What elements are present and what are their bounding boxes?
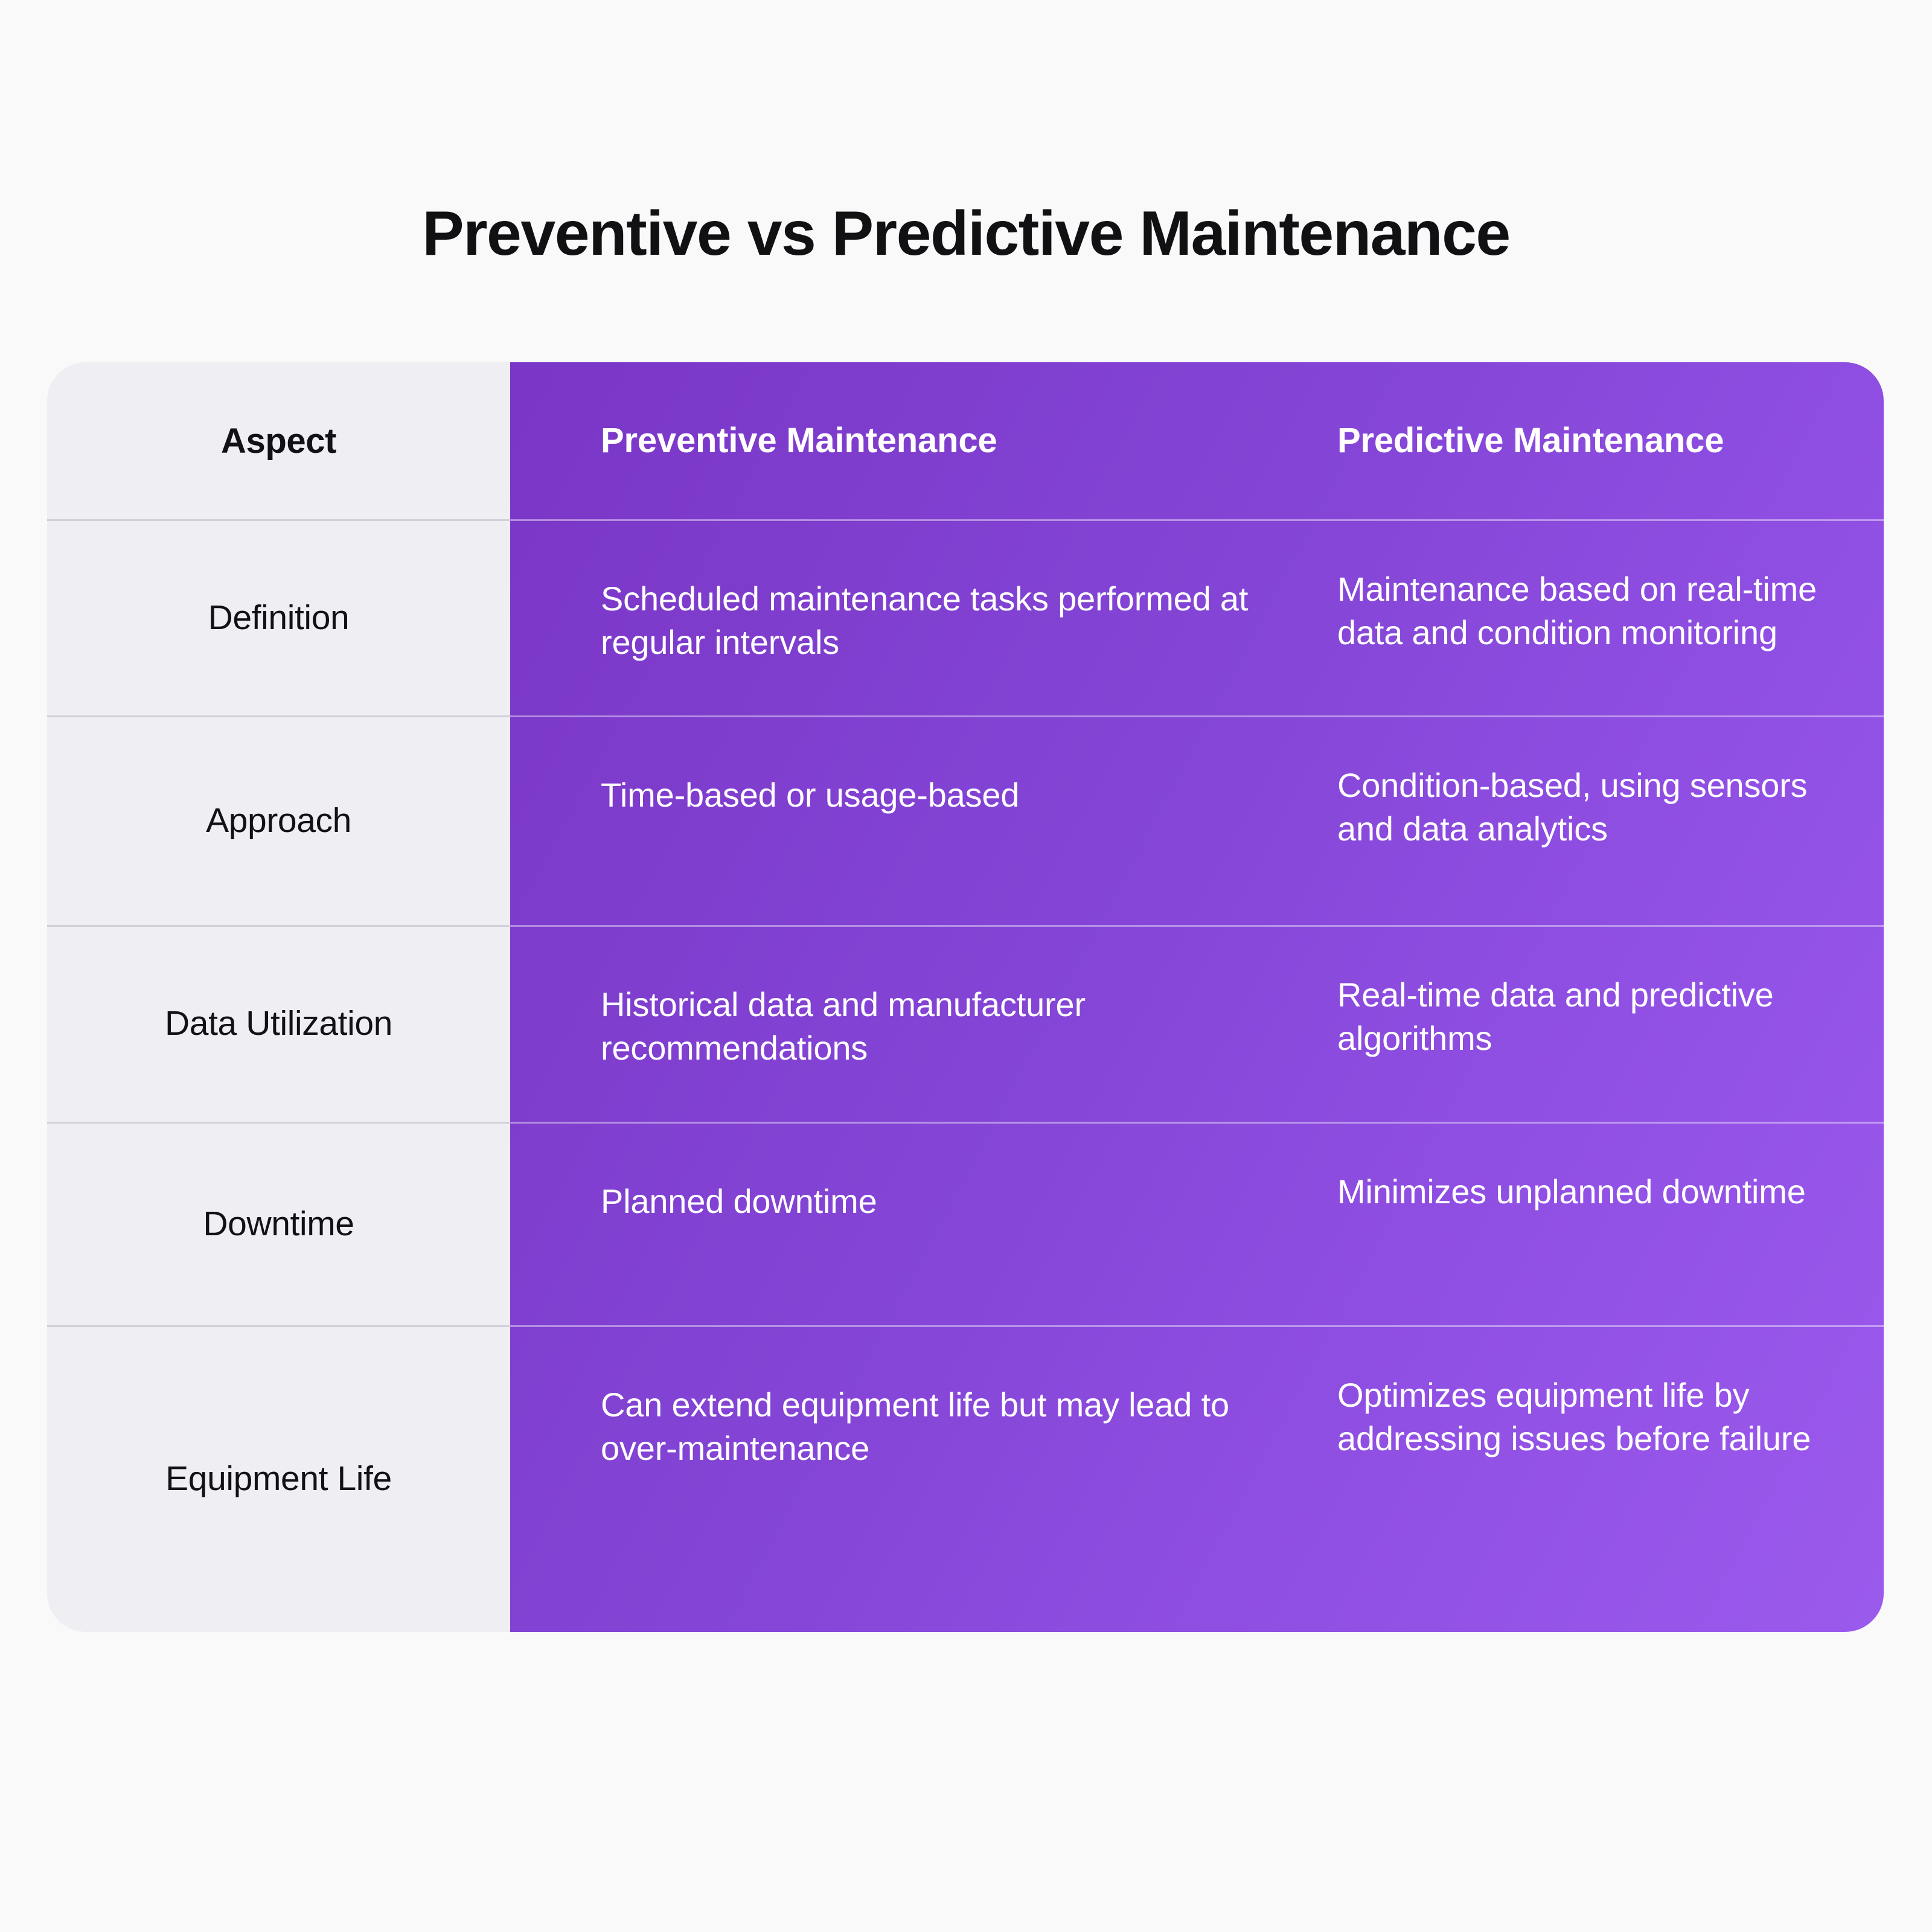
comparison-table-page: Preventive vs Predictive Maintenance Asp…: [0, 0, 1932, 1932]
page-title: Preventive vs Predictive Maintenance: [422, 199, 1511, 269]
cell-predictive: Optimizes equipment life by addressing i…: [1337, 1376, 1811, 1457]
table-row: Real-time data and predictive algorithms: [1298, 925, 1884, 1122]
table-row: Optimizes equipment life by addressing i…: [1298, 1325, 1884, 1632]
cell-predictive: Condition-based, using sensors and data …: [1337, 766, 1808, 848]
cell-preventive: Can extend equipment life but may lead t…: [601, 1386, 1229, 1467]
cell-predictive: Minimizes unplanned downtime: [1337, 1172, 1806, 1211]
table-row: Historical data and manufacturer recomme…: [510, 925, 1298, 1122]
cell-aspect: Downtime: [203, 1204, 354, 1243]
table-row: Definition: [47, 519, 510, 715]
table-grid: Aspect Preventive Maintenance Predictive…: [47, 362, 1884, 1632]
table-row: Minimizes unplanned downtime: [1298, 1122, 1884, 1325]
table-header-predictive: Predictive Maintenance: [1298, 362, 1884, 519]
cell-preventive: Scheduled maintenance tasks performed at…: [601, 580, 1249, 661]
cell-aspect: Equipment Life: [165, 1459, 392, 1498]
header-label-preventive: Preventive Maintenance: [601, 420, 997, 460]
table-row: Can extend equipment life but may lead t…: [510, 1325, 1298, 1632]
cell-preventive: Planned downtime: [601, 1182, 877, 1220]
table-header-aspect: Aspect: [47, 362, 510, 519]
table-row: Downtime: [47, 1122, 510, 1325]
cell-aspect: Definition: [208, 598, 350, 637]
cell-aspect: Approach: [206, 801, 351, 840]
table-row: Data Utilization: [47, 925, 510, 1122]
comparison-table: Aspect Preventive Maintenance Predictive…: [47, 362, 1884, 1632]
cell-predictive: Real-time data and predictive algorithms: [1337, 976, 1774, 1057]
cell-preventive: Historical data and manufacturer recomme…: [601, 985, 1086, 1067]
header-label-aspect: Aspect: [221, 421, 336, 461]
header-label-predictive: Predictive Maintenance: [1337, 420, 1724, 460]
cell-predictive: Maintenance based on real-time data and …: [1337, 570, 1817, 651]
table-row: Maintenance based on real-time data and …: [1298, 519, 1884, 715]
cell-preventive: Time-based or usage-based: [601, 776, 1020, 814]
table-row: Scheduled maintenance tasks performed at…: [510, 519, 1298, 715]
cell-aspect: Data Utilization: [165, 1004, 392, 1043]
table-row: Equipment Life: [47, 1325, 510, 1632]
table-row: Planned downtime: [510, 1122, 1298, 1325]
table-row: Condition-based, using sensors and data …: [1298, 715, 1884, 925]
table-header-preventive: Preventive Maintenance: [510, 362, 1298, 519]
table-row: Approach: [47, 715, 510, 925]
table-row: Time-based or usage-based: [510, 715, 1298, 925]
